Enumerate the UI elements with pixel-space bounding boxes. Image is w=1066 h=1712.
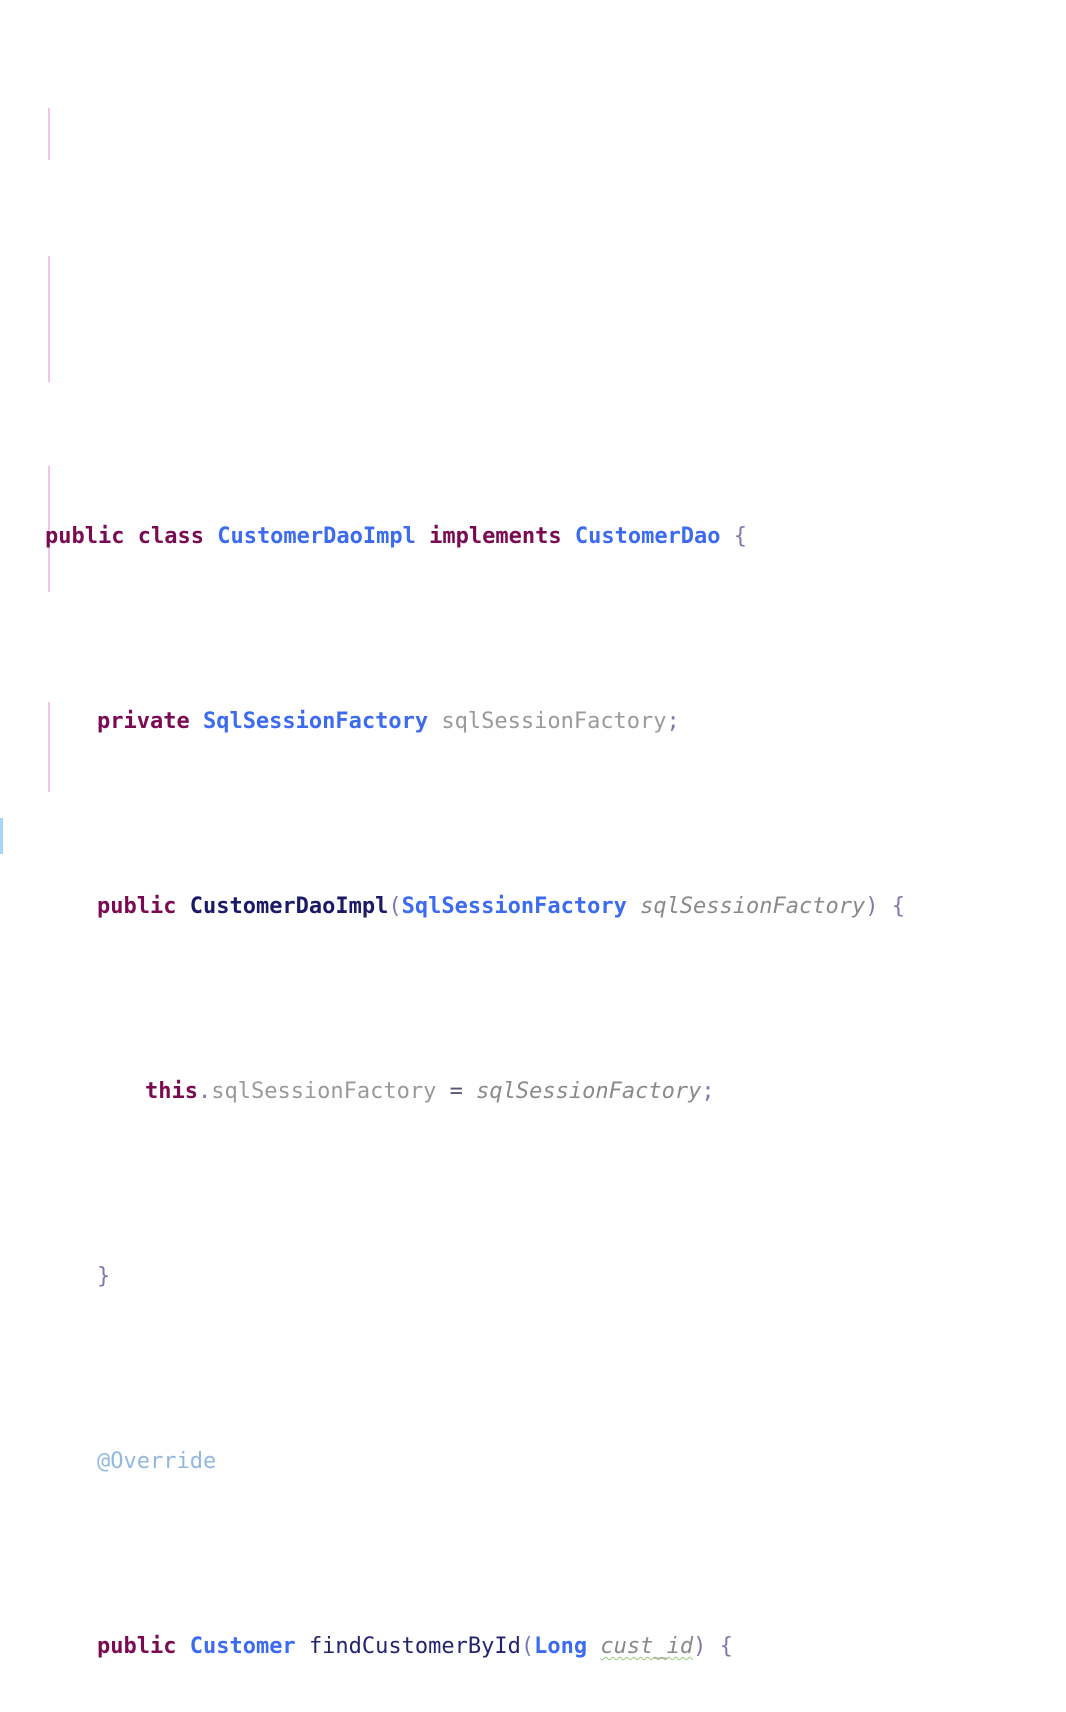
indent-guide xyxy=(48,256,50,382)
keyword-public: public xyxy=(44,524,125,549)
paren-close: ) xyxy=(865,894,879,919)
keyword-public: public xyxy=(96,1634,177,1659)
brace-open: { xyxy=(719,1634,733,1659)
paren-open: ( xyxy=(520,1634,535,1659)
code-line[interactable]: public CustomerDaoImpl(SqlSessionFactory… xyxy=(0,851,1066,919)
indent-guide xyxy=(48,108,50,160)
code-line[interactable]: private SqlSessionFactory sqlSessionFact… xyxy=(0,666,1066,734)
code-line[interactable]: } xyxy=(0,1221,1066,1289)
type-customerdaoimpl: CustomerDaoImpl xyxy=(217,524,416,549)
keyword-this: this xyxy=(144,1079,198,1104)
annotation-override: @Override xyxy=(96,1449,217,1474)
semicolon: ; xyxy=(701,1079,715,1104)
keyword-private: private xyxy=(96,709,190,734)
dot: . xyxy=(197,1079,212,1104)
code-editor-viewport[interactable]: public class CustomerDaoImpl implements … xyxy=(0,0,1066,1659)
code-line[interactable]: this.sqlSessionFactory = sqlSessionFacto… xyxy=(0,1036,1066,1104)
brace-open: { xyxy=(891,894,905,919)
code-line[interactable]: public Customer findCustomerById(Long cu… xyxy=(0,1591,1066,1659)
keyword-class: class xyxy=(137,524,204,549)
paren-open: ( xyxy=(388,894,402,919)
brace-open: { xyxy=(733,524,748,549)
code-line[interactable]: public class CustomerDaoImpl implements … xyxy=(0,481,1066,549)
paren-close: ) xyxy=(693,1634,707,1659)
param-sqlsessionfactory: sqlSessionFactory xyxy=(476,1079,702,1104)
caret-marker xyxy=(0,818,3,854)
semicolon: ; xyxy=(666,709,680,734)
param-sqlsessionfactory: sqlSessionFactory xyxy=(640,894,866,919)
keyword-public: public xyxy=(96,894,177,919)
method-findcustomerbyid: findCustomerById xyxy=(308,1634,521,1659)
type-sqlsessionfactory: SqlSessionFactory xyxy=(202,709,429,734)
field-sqlsessionfactory: sqlSessionFactory xyxy=(441,709,667,734)
type-customerdao: CustomerDao xyxy=(574,524,721,549)
type-customer: Customer xyxy=(189,1634,296,1659)
constructor-name: CustomerDaoImpl xyxy=(189,894,389,919)
type-sqlsessionfactory: SqlSessionFactory xyxy=(401,894,627,919)
brace-close: } xyxy=(96,1264,111,1289)
code-line[interactable]: @Override xyxy=(0,1406,1066,1474)
param-cust-id: cust_id xyxy=(600,1634,694,1659)
keyword-implements: implements xyxy=(429,524,562,549)
field-sqlsessionfactory: sqlSessionFactory xyxy=(211,1079,437,1104)
type-long: Long xyxy=(534,1634,588,1659)
assign-operator: = xyxy=(449,1079,463,1104)
